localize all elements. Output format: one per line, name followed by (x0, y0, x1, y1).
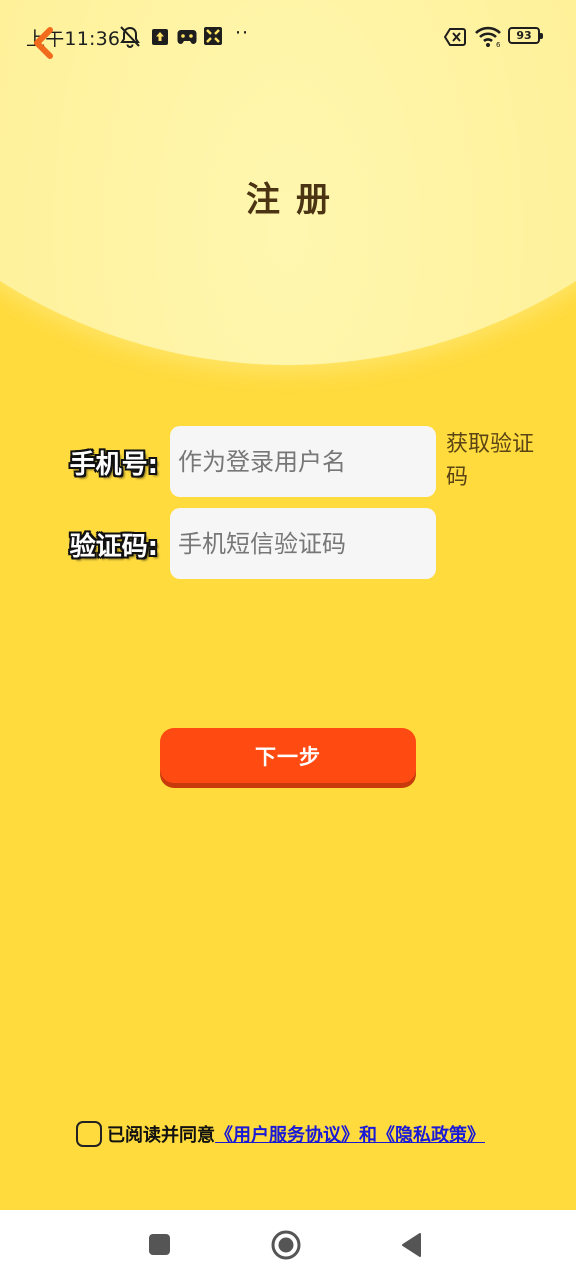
agreement-row: 已阅读并同意 《用户服务协议》 和 《隐私政策》 (76, 1120, 485, 1148)
next-button[interactable]: 下一步 (160, 728, 416, 783)
gamepad-icon (177, 30, 197, 44)
page-title: 注册 (246, 180, 346, 220)
back-arrow-icon[interactable] (24, 22, 64, 62)
svg-text:6: 6 (496, 41, 501, 48)
status-bar: 上午11:36 ·· 6 93 (0, 20, 576, 54)
mute-icon (120, 26, 140, 48)
code-label: 验证码: (69, 532, 158, 562)
agree-checkbox[interactable] (76, 1121, 102, 1147)
sim-x-icon (444, 28, 466, 46)
upload-icon (152, 29, 168, 45)
get-code-button[interactable]: 获取验证码 (446, 428, 554, 494)
agreement-prefix: 已阅读并同意 (107, 1125, 215, 1146)
app-icon (204, 27, 222, 45)
system-nav-bar (0, 1210, 576, 1280)
home-icon[interactable] (270, 1229, 302, 1261)
more-dots-icon: ·· (235, 22, 250, 44)
wifi-icon: 6 (475, 26, 501, 48)
phone-input[interactable] (170, 426, 436, 497)
battery-icon: 93 (508, 27, 543, 44)
register-page: 上午11:36 ·· 6 93 注册 手机号: 作为登录用户名 获取验证码 验证… (0, 0, 576, 1210)
privacy-policy-link[interactable]: 《隐私政策》 (377, 1121, 485, 1147)
code-input[interactable] (170, 508, 436, 579)
nav-back-icon[interactable] (400, 1232, 422, 1258)
recent-apps-icon[interactable] (149, 1234, 170, 1255)
phone-label: 手机号: (69, 450, 158, 480)
service-agreement-link[interactable]: 《用户服务协议》 (215, 1121, 359, 1147)
agreement-and: 和 (359, 1125, 377, 1146)
